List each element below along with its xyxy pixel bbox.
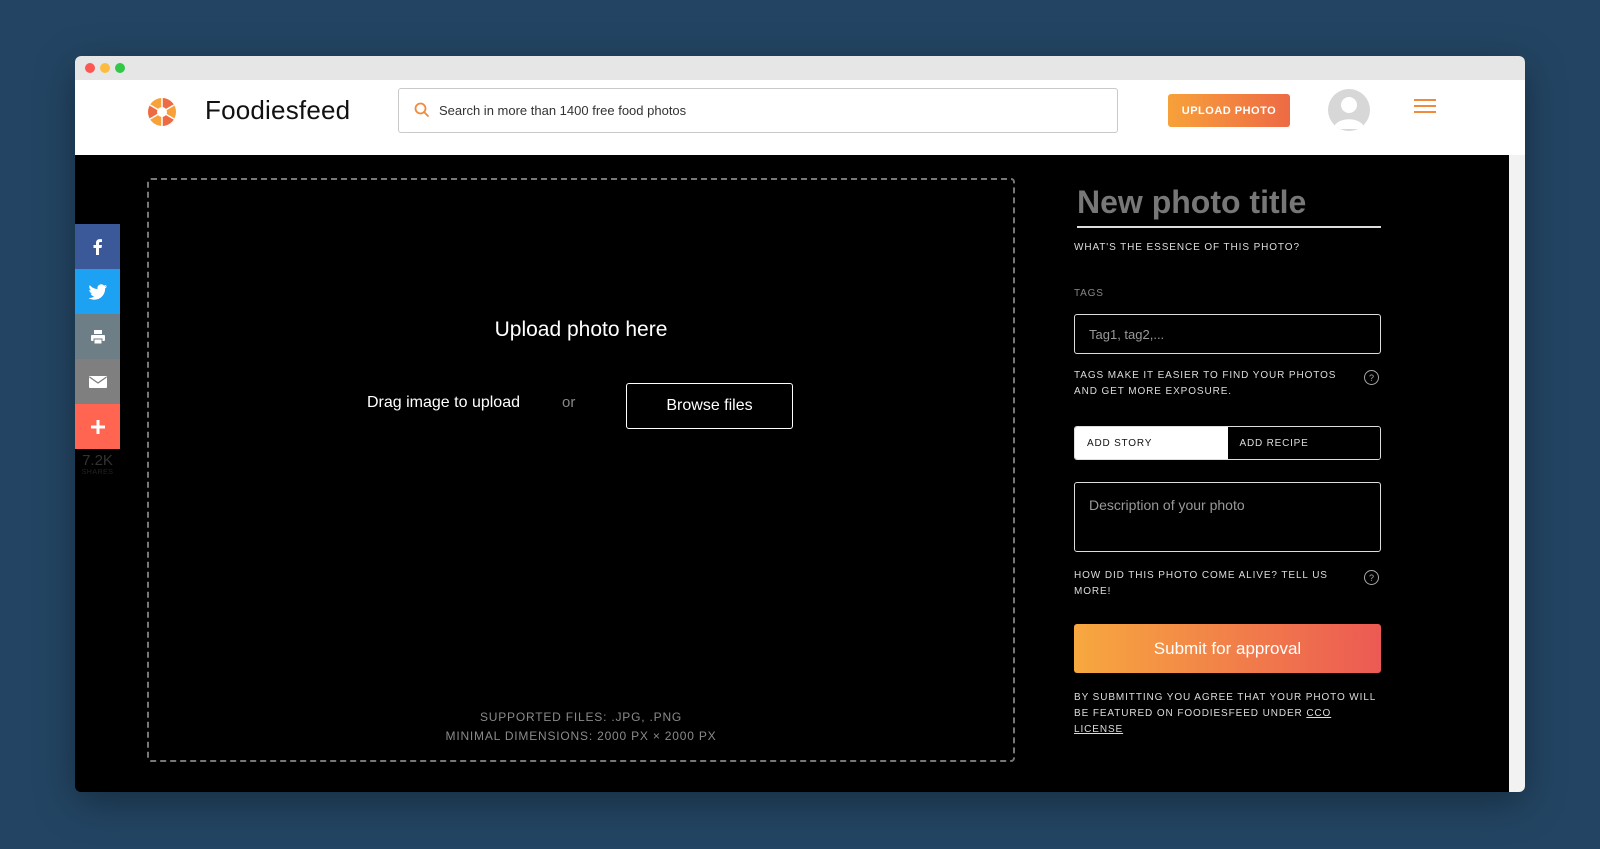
logo-icon[interactable] [147, 97, 177, 127]
story-recipe-tabs: ADD STORY ADD RECIPE [1074, 426, 1381, 460]
drag-instruction: Drag image to upload [367, 394, 520, 411]
upload-dropzone[interactable]: Upload photo here Drag image to upload o… [147, 178, 1015, 762]
avatar[interactable] [1328, 89, 1370, 131]
print-icon [90, 329, 105, 344]
tags-help-text: TAGS MAKE IT EASIER TO FIND YOUR PHOTOS … [1074, 370, 1337, 397]
email-icon [88, 375, 107, 388]
window-titlebar [75, 56, 1525, 80]
submit-for-approval-button[interactable]: Submit for approval [1074, 624, 1381, 673]
plus-icon [90, 419, 105, 434]
tags-input[interactable] [1074, 314, 1381, 354]
browse-files-button[interactable]: Browse files [626, 383, 793, 429]
or-separator: or [562, 394, 576, 411]
twitter-share-button[interactable] [75, 269, 120, 314]
upload-photo-button[interactable]: UPLOAD PHOTO [1168, 94, 1290, 127]
tab-add-recipe[interactable]: ADD RECIPE [1227, 427, 1380, 459]
license-agreement-text: BY SUBMITTING YOU AGREE THAT YOUR PHOTO … [1074, 690, 1381, 738]
site-header: Foodiesfeed UPLOAD PHOTO [75, 80, 1525, 155]
tab-add-story[interactable]: ADD STORY [1075, 427, 1228, 459]
description-textarea[interactable] [1074, 482, 1381, 552]
search-icon [414, 102, 429, 117]
question-icon[interactable]: ? [1364, 370, 1379, 385]
facebook-icon [93, 238, 102, 255]
tags-label: TAGS [1074, 288, 1104, 299]
maximize-window-button[interactable] [115, 63, 125, 73]
more-share-button[interactable] [75, 404, 120, 449]
browser-window: Foodiesfeed UPLOAD PHOTO [75, 56, 1525, 792]
share-count-label: SHARES [81, 469, 114, 476]
minimize-window-button[interactable] [100, 63, 110, 73]
photo-title-input[interactable] [1077, 178, 1381, 228]
search-input[interactable] [439, 89, 1109, 132]
email-share-button[interactable] [75, 359, 120, 404]
share-sidebar: 7.2K SHARES [75, 224, 120, 476]
print-share-button[interactable] [75, 314, 120, 359]
logo-text[interactable]: Foodiesfeed [205, 95, 350, 126]
description-help-text: HOW DID THIS PHOTO COME ALIVE? TELL US M… [1074, 570, 1328, 597]
share-count: 7.2K [82, 452, 113, 469]
question-icon[interactable]: ? [1364, 570, 1379, 585]
twitter-icon [88, 283, 107, 300]
scrollbar[interactable] [1509, 155, 1525, 792]
close-window-button[interactable] [85, 63, 95, 73]
minimal-dimensions-note: MINIMAL DIMENSIONS: 2000 PX × 2000 PX [445, 729, 717, 743]
title-help-text: WHAT'S THE ESSENCE OF THIS PHOTO? [1074, 242, 1300, 253]
menu-icon[interactable] [1414, 99, 1436, 117]
upload-title: Upload photo here [494, 318, 668, 341]
user-icon [1333, 97, 1365, 129]
supported-files-note: SUPPORTED FILES: .JPG, .PNG [479, 710, 683, 724]
facebook-share-button[interactable] [75, 224, 120, 269]
search-bar[interactable] [398, 88, 1118, 133]
